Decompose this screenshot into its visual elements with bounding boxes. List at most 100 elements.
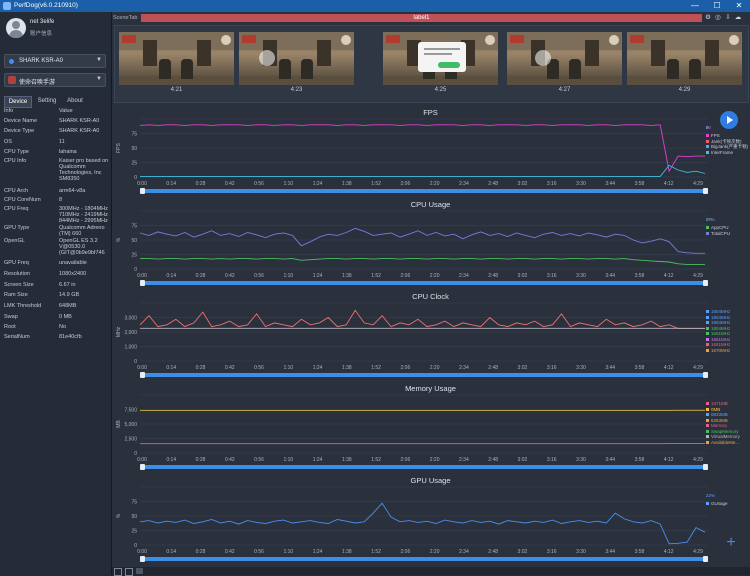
legend-item[interactable]: 8833MB [706, 412, 728, 417]
device-status-icon [9, 59, 14, 64]
tab-device[interactable]: Device [4, 96, 32, 108]
scene-wall [507, 32, 622, 50]
legend-label: 0MB [711, 407, 720, 412]
x-tick-label: 0:56 [254, 549, 264, 555]
legend-item[interactable]: SwapMemory [706, 429, 739, 434]
x-tick-label: 1:24 [313, 365, 323, 371]
scroll-handle-left[interactable] [140, 556, 145, 562]
legend-item[interactable]: 1651MHz [706, 342, 730, 347]
legend-item[interactable]: 1804MHz [706, 320, 730, 325]
screenshot-thumbnail[interactable] [119, 32, 234, 85]
scene-bar: SceneTab label1 ⚙ ◎ ⇩ ☁ [112, 14, 750, 23]
info-value: 300MHz - 1804MHz 710MHz - 2419MHz 844MHz… [59, 206, 111, 224]
info-value: 81e40cfb [59, 334, 111, 340]
device-select[interactable]: SHARK KSR-A0 ▼ [4, 54, 106, 68]
target-icon[interactable]: ◎ [714, 14, 722, 22]
x-tick-label: 0:14 [166, 181, 176, 187]
legend-item[interactable]: GUsage [706, 501, 728, 506]
chart-plot: 0255075FPS0:000:140:280:420:561:101:241:… [114, 107, 747, 199]
legend-value: 22% [706, 493, 715, 498]
tab-setting[interactable]: Setting [33, 96, 61, 106]
x-tick-label: 1:52 [371, 549, 381, 555]
legend-item[interactable]: Memory [706, 423, 727, 428]
info-value: 14.9 GB [59, 292, 111, 298]
legend-item[interactable]: 1804MHz [706, 326, 730, 331]
header-value: Value [59, 108, 111, 114]
timeline-scrollbar[interactable] [140, 281, 708, 285]
scroll-handle-right[interactable] [703, 464, 708, 470]
legend-item[interactable]: FPS [706, 133, 720, 138]
cloud-icon[interactable]: ☁ [734, 14, 742, 22]
x-tick-label: 1:24 [313, 457, 323, 463]
y-tick-label: 25 [131, 253, 137, 259]
scene-tab-label[interactable]: SceneTab [113, 15, 137, 21]
scroll-handle-right[interactable] [703, 280, 708, 286]
legend-item[interactable]: 1804MHz [706, 309, 730, 314]
character-figure [279, 59, 291, 79]
x-tick-label: 4:12 [664, 365, 674, 371]
app-select[interactable]: 使命召唤手游 ▼ [4, 73, 106, 87]
scene-door [317, 40, 331, 66]
legend-item[interactable]: 1651MHz [706, 331, 730, 336]
screenshot-thumbnail[interactable] [383, 32, 498, 85]
legend-item[interactable]: VirtualMemory [706, 434, 740, 439]
y-tick-label: 50 [131, 146, 137, 152]
y-tick-label: 3,000 [124, 316, 137, 322]
scroll-handle-left[interactable] [140, 464, 145, 470]
legend-item[interactable]: InterFrame [706, 150, 733, 155]
scene-ground [627, 76, 742, 85]
close-button[interactable]: ✕ [728, 0, 750, 12]
legend-item[interactable]: 1371MB [706, 401, 728, 406]
minimize-button[interactable]: — [684, 0, 706, 12]
info-value: Kaiser pro based on Qualcomm Technologie… [59, 158, 111, 182]
scene-label-bar[interactable]: label1 [141, 14, 702, 22]
legend-swatch [706, 140, 709, 143]
y-axis-label: FPS [116, 142, 122, 152]
timeline-scrollbar[interactable] [140, 373, 708, 377]
legend-label: VirtualMemory [711, 434, 740, 439]
legend-item[interactable]: 1804MHz [706, 315, 730, 320]
add-chart-button[interactable]: + [724, 536, 738, 550]
legend-item[interactable]: TotalCPU [706, 231, 730, 236]
scene-ground [119, 76, 234, 85]
scroll-handle-left[interactable] [140, 188, 145, 194]
timeline-scrollbar[interactable] [140, 465, 708, 469]
settings-icon[interactable]: ⚙ [704, 14, 712, 22]
legend-item[interactable]: 6263MB [706, 418, 728, 423]
dialog-confirm-button [438, 62, 460, 68]
x-tick-label: 3:58 [635, 181, 645, 187]
legend-swatch [706, 338, 709, 341]
legend-item[interactable]: 0MB [706, 407, 720, 412]
legend-label: 1651MHz [711, 342, 730, 347]
legend-item[interactable]: 1670MHz [706, 348, 730, 353]
timeline-scrollbar[interactable] [140, 557, 708, 561]
legend-item[interactable]: 1651MHz [706, 337, 730, 342]
scroll-handle-left[interactable] [140, 280, 145, 286]
y-tick-label: 75 [131, 500, 137, 506]
screenshot-thumbnail[interactable] [627, 32, 742, 85]
scroll-handle-left[interactable] [140, 372, 145, 378]
legend-label: FPS [711, 133, 720, 138]
maximize-button[interactable]: ☐ [706, 0, 728, 12]
info-key: LMK Threshold [4, 303, 41, 309]
y-tick-label: 50 [131, 238, 137, 244]
timeline-scrollbar[interactable] [140, 189, 708, 193]
screenshot-thumbnail[interactable] [507, 32, 622, 85]
legend-item[interactable]: AppCPU [706, 225, 729, 230]
scroll-handle-right[interactable] [703, 556, 708, 562]
tab-about[interactable]: About [63, 96, 87, 106]
x-tick-label: 2:48 [488, 365, 498, 371]
download-icon[interactable]: ⇩ [724, 14, 732, 22]
scroll-handle-right[interactable] [703, 188, 708, 194]
legend-item[interactable]: AvailableMe... [706, 440, 739, 445]
info-key: GPU Freq [4, 260, 29, 266]
screenshot-thumbnail[interactable] [239, 32, 354, 85]
x-tick-label: 0:14 [166, 549, 176, 555]
legend-label: AppCPU [711, 225, 729, 230]
scroll-handle-right[interactable] [703, 372, 708, 378]
avatar[interactable] [6, 18, 26, 38]
legend-swatch [706, 232, 709, 235]
x-tick-label: 1:10 [283, 181, 293, 187]
account-info-link[interactable]: 账户信息 [30, 29, 52, 37]
x-tick-label: 0:42 [225, 457, 235, 463]
